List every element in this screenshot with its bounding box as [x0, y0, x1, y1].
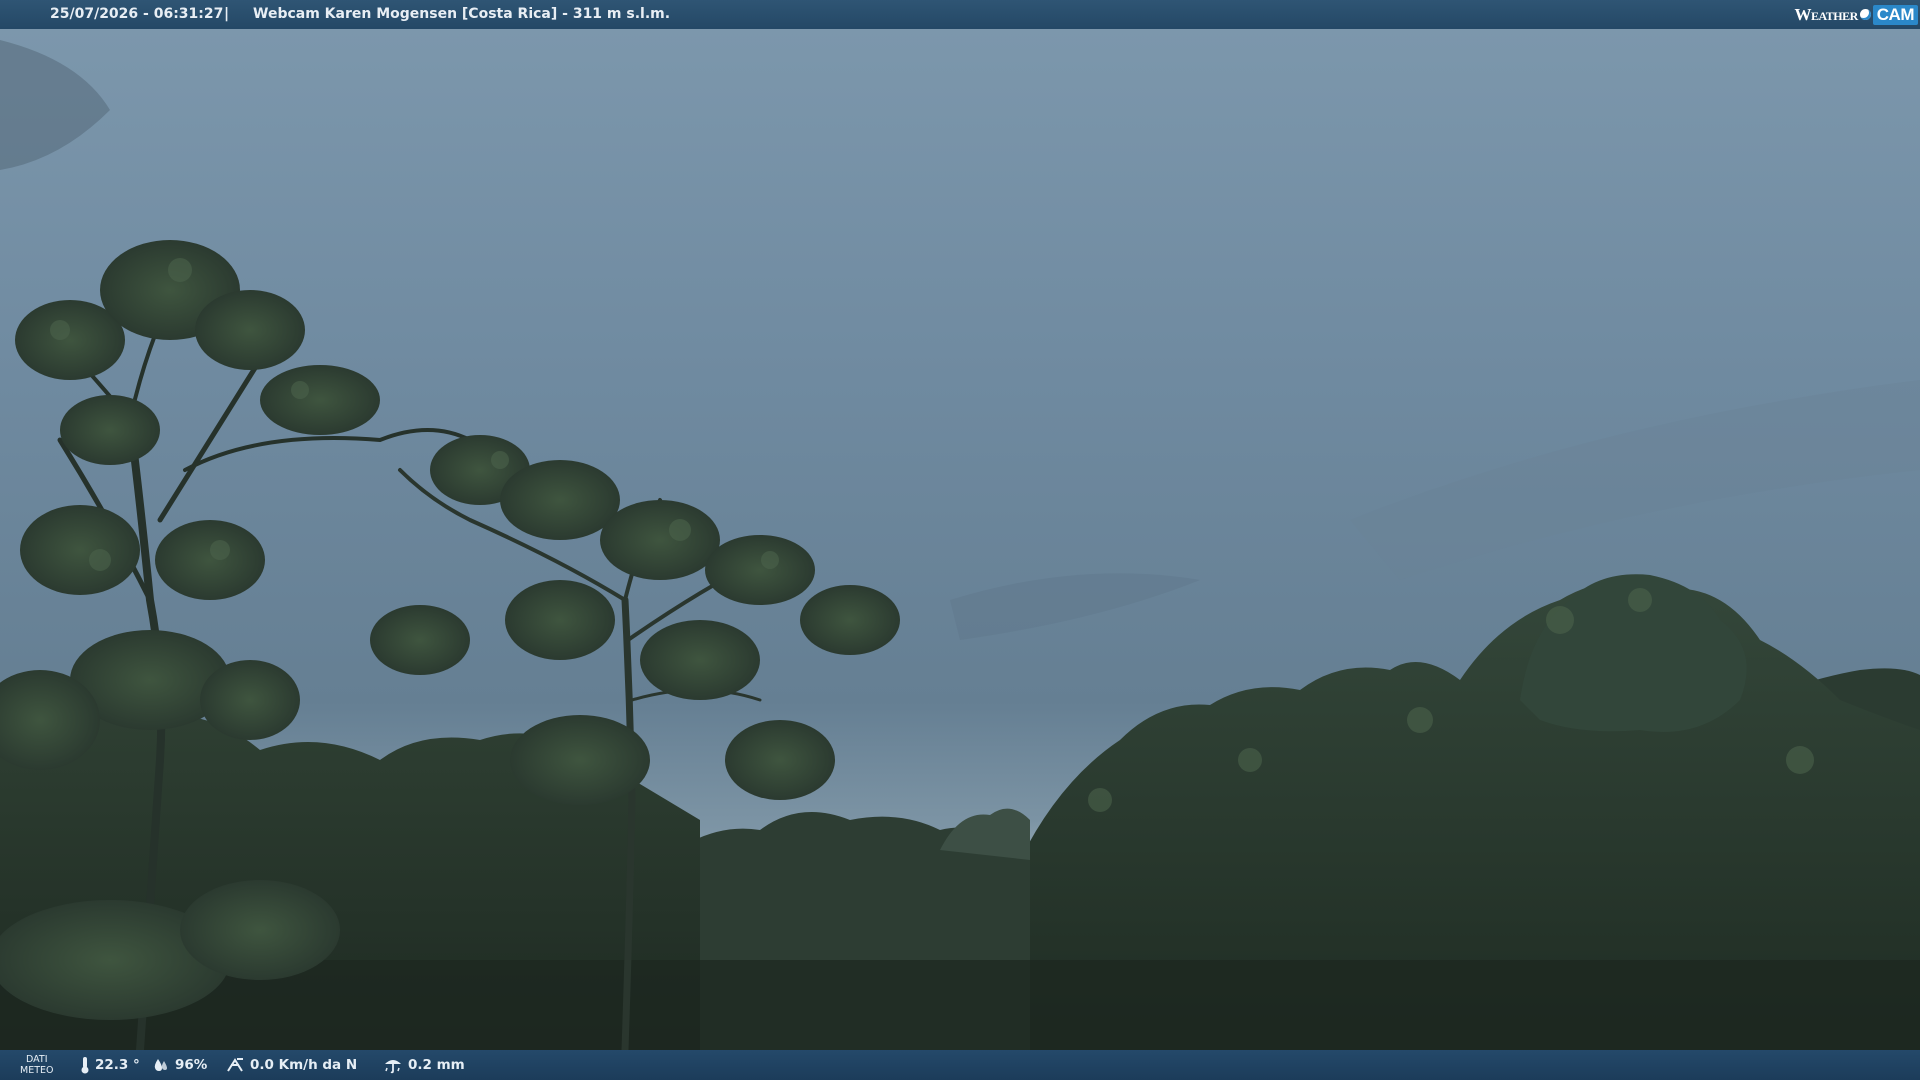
webcam-frame: 25/07/2026 - 06:31:27 | Webcam Karen Mog… [0, 0, 1920, 1080]
rain-readout: 0.2 mm [383, 1056, 465, 1074]
dati-meteo-label: DATI METEO [20, 1054, 53, 1076]
logo-globe-icon [1859, 9, 1871, 20]
rain-value: 0.2 mm [408, 1057, 465, 1073]
meteo-line: METEO [20, 1065, 54, 1076]
drops-icon [152, 1056, 170, 1074]
dati-line: DATI [25, 1054, 48, 1065]
webcam-title: Webcam Karen Mogensen [Costa Rica] - 311… [253, 6, 671, 22]
wind-readout: 0.0 Km/h da N [225, 1056, 357, 1074]
wind-value: 0.0 Km/h da N [250, 1057, 358, 1073]
header-bar: 25/07/2026 - 06:31:27 | Webcam Karen Mog… [0, 0, 1920, 29]
timestamp: 25/07/2026 - 06:31:27 [50, 6, 224, 22]
weather-data-bar: DATI METEO 22.3 ° 96% 0.0 Km/h da N 0.2 … [0, 1050, 1920, 1080]
logo-weather-text: Weather [1794, 4, 1858, 24]
rain-icon [383, 1056, 403, 1074]
humidity-readout: 96% [152, 1056, 207, 1074]
temperature-readout: 22.3 ° [80, 1056, 140, 1074]
wind-icon [225, 1056, 245, 1074]
logo-cam-text: CAM [1872, 4, 1918, 25]
humidity-value: 96% [175, 1057, 208, 1073]
weathercam-logo: Weather CAM [1794, 3, 1918, 26]
temperature-value: 22.3 ° [95, 1057, 140, 1073]
separator: | [224, 6, 230, 22]
thermometer-icon [80, 1056, 90, 1074]
webcam-image [0, 0, 1920, 1080]
